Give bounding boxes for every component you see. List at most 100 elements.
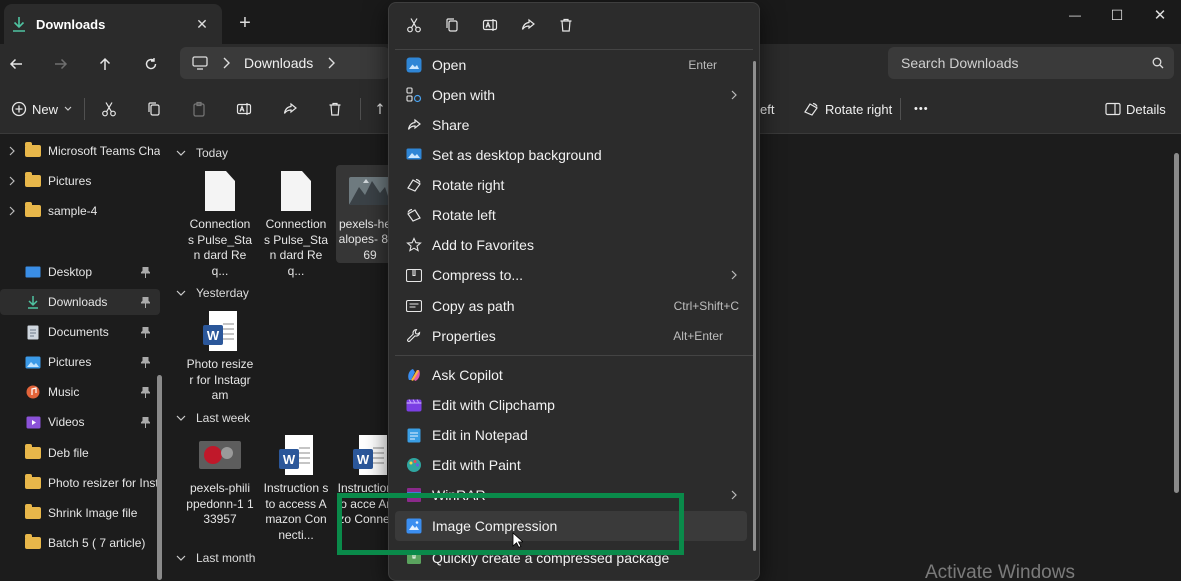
menu-item-share[interactable]: Share xyxy=(395,110,747,140)
word-document-icon: W xyxy=(274,433,318,477)
divider xyxy=(360,98,361,120)
menu-item-open[interactable]: Open Enter xyxy=(395,50,747,80)
chevron-right-icon[interactable] xyxy=(327,57,336,69)
chevron-right-icon[interactable] xyxy=(0,206,24,216)
group-header-yesterday[interactable]: Yesterday xyxy=(176,284,249,302)
group-header-label: Last month xyxy=(196,551,256,565)
delete-button[interactable] xyxy=(322,96,348,122)
menu-item-edit-in-notepad[interactable]: Edit in Notepad xyxy=(395,420,747,450)
file-item[interactable]: W Instruction s to access Amazon Connect… xyxy=(262,433,330,543)
new-tab-button[interactable]: + xyxy=(232,10,258,36)
menu-item-edit-with-clipchamp[interactable]: Edit with Clipchamp xyxy=(395,390,747,420)
winrar-icon xyxy=(397,480,431,510)
videos-icon xyxy=(24,414,42,430)
menu-item-compress-to[interactable]: Compress to... xyxy=(395,260,747,290)
menu-item-copy-as-path[interactable]: Copy as path Ctrl+Shift+C xyxy=(395,291,747,321)
menu-item-edit-with-paint[interactable]: Edit with Paint xyxy=(395,450,747,480)
tree-item[interactable]: sample-4 xyxy=(0,198,160,224)
menu-item-image-compression[interactable]: Image Compression xyxy=(395,511,747,541)
refresh-button[interactable] xyxy=(137,50,165,78)
file-item[interactable]: Connection s Pulse_Stan dard Req... xyxy=(186,169,254,279)
file-item[interactable]: W Photo resizer for Instagram xyxy=(186,309,254,404)
menu-item-compressed-package[interactable]: Quickly create a compressed package xyxy=(395,543,747,573)
context-menu: Open Enter Open with Share Set as deskto… xyxy=(388,2,760,581)
rename-icon xyxy=(231,96,257,122)
quick-access-folder[interactable]: Shrink Image file xyxy=(0,500,160,526)
delete-button[interactable] xyxy=(547,7,585,43)
zip-icon xyxy=(397,260,431,290)
document-icon xyxy=(198,169,242,213)
new-button[interactable]: New xyxy=(6,96,72,122)
folder-icon xyxy=(24,172,42,189)
file-item[interactable]: pexels-phili ppedonn-1 133957 xyxy=(186,433,254,528)
quick-access-folder[interactable]: Batch 5 ( 7 article) xyxy=(0,530,160,556)
group-header-today[interactable]: Today xyxy=(176,144,228,162)
copy-button[interactable] xyxy=(141,96,167,122)
copy-icon xyxy=(446,18,458,32)
quick-access-folder[interactable]: Deb file xyxy=(0,440,160,466)
menu-item-add-to-favorites[interactable]: Add to Favorites xyxy=(395,230,747,260)
chevron-right-icon[interactable] xyxy=(0,176,24,186)
paste-button[interactable] xyxy=(186,96,212,122)
search-input[interactable]: Search Downloads xyxy=(888,47,1174,79)
copy-button[interactable] xyxy=(433,7,471,43)
image-compression-icon xyxy=(397,511,431,541)
menu-item-label: Quickly create a compressed package xyxy=(432,550,670,566)
arrow-up-icon xyxy=(99,57,111,70)
cut-button[interactable] xyxy=(395,7,433,43)
address-bar[interactable]: Downloads xyxy=(180,47,390,79)
divider xyxy=(900,98,901,120)
menu-item-winrar[interactable]: WinRAR xyxy=(395,480,747,510)
quick-access-music[interactable]: Music xyxy=(0,379,160,405)
rotate-left-button[interactable]: eft xyxy=(760,96,774,122)
up-button[interactable] xyxy=(91,50,119,78)
quick-access-folder[interactable]: Photo resizer for Instag xyxy=(0,470,160,496)
menu-item-rotate-left[interactable]: Rotate left xyxy=(395,200,747,230)
quick-access-downloads[interactable]: Downloads xyxy=(0,289,160,315)
maximize-button[interactable]: ☐ xyxy=(1094,0,1140,30)
context-menu-toolbar xyxy=(389,3,759,47)
file-list-scrollbar[interactable] xyxy=(1174,153,1179,493)
back-button[interactable] xyxy=(2,50,30,78)
file-name: Connection s Pulse_Stan dard Req... xyxy=(263,217,329,278)
rename-button[interactable] xyxy=(471,7,509,43)
minimize-button[interactable]: — xyxy=(1052,0,1098,30)
documents-icon xyxy=(24,324,42,340)
word-document-icon: W xyxy=(348,433,392,477)
share-icon xyxy=(277,96,303,122)
details-button[interactable]: Details xyxy=(1100,96,1166,122)
menu-item-open-with[interactable]: Open with xyxy=(395,80,747,110)
sidebar-scrollbar[interactable] xyxy=(157,375,162,580)
tab-close-button[interactable]: ✕ xyxy=(190,12,214,36)
tree-item[interactable]: Pictures xyxy=(0,168,160,194)
share-button[interactable] xyxy=(509,7,547,43)
more-options-button[interactable]: ••• xyxy=(914,96,929,122)
chevron-right-icon[interactable] xyxy=(0,146,24,156)
quick-access-videos[interactable]: Videos xyxy=(0,409,160,435)
cut-button[interactable] xyxy=(96,96,122,122)
folder-icon xyxy=(24,474,42,491)
menu-item-ask-copilot[interactable]: Ask Copilot xyxy=(395,360,747,390)
forward-button[interactable] xyxy=(47,50,75,78)
star-icon xyxy=(397,230,431,260)
group-header-last-week[interactable]: Last week xyxy=(176,409,250,427)
group-header-last-month[interactable]: Last month xyxy=(176,549,255,567)
breadcrumb-downloads[interactable]: Downloads xyxy=(244,55,313,71)
file-item[interactable]: Connection s Pulse_Stan dard Req... xyxy=(262,169,330,279)
quick-access-documents[interactable]: Documents xyxy=(0,319,160,345)
tree-item[interactable]: Microsoft Teams Cha xyxy=(0,138,160,164)
share-button[interactable] xyxy=(277,96,303,122)
menu-item-set-desktop-background[interactable]: Set as desktop background xyxy=(395,140,747,170)
chevron-down-icon xyxy=(64,106,72,111)
chevron-right-icon xyxy=(727,490,741,500)
quick-access-label: Pictures xyxy=(48,355,92,369)
window-close-button[interactable]: ✕ xyxy=(1137,0,1181,30)
rename-button[interactable] xyxy=(231,96,257,122)
quick-access-desktop[interactable]: Desktop xyxy=(0,259,160,285)
tab-downloads[interactable]: Downloads ✕ xyxy=(4,4,222,44)
menu-item-properties[interactable]: Properties Alt+Enter xyxy=(395,321,747,351)
quick-access-pictures[interactable]: Pictures xyxy=(0,349,160,375)
context-menu-scrollbar[interactable] xyxy=(753,61,756,551)
rotate-right-button[interactable]: Rotate right xyxy=(798,96,892,122)
menu-item-rotate-right[interactable]: Rotate right xyxy=(395,170,747,200)
